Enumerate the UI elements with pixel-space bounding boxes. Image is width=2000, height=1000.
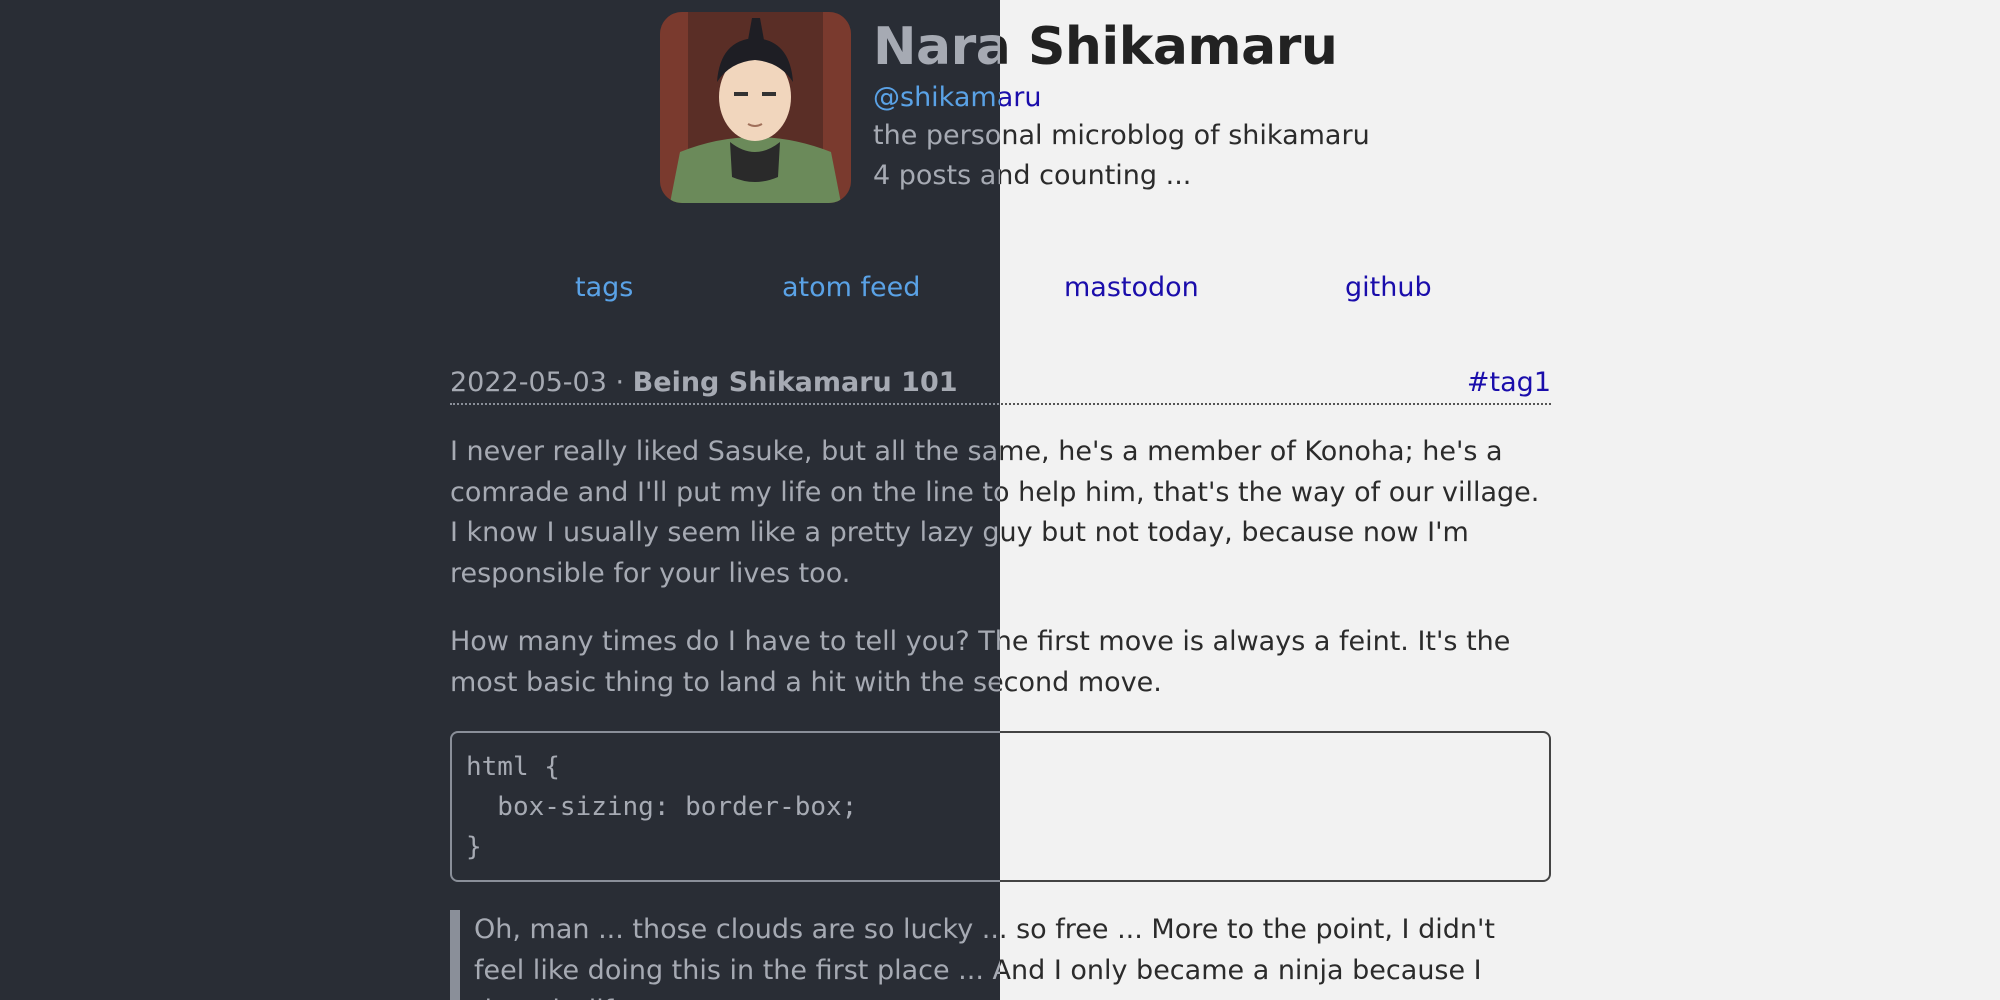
nav-link-atom-feed-dark[interactable]: atom feed — [782, 270, 920, 306]
profile-description-dark: the personal microblog of shikamaru — [873, 120, 1000, 151]
nav-link-tags-dark[interactable]: tags — [575, 270, 633, 306]
avatar-image-dark — [660, 12, 851, 203]
post-paragraph-1-dark: I never really liked Sasuke, but all the… — [450, 436, 1000, 589]
nav-link-github[interactable]: github — [1345, 270, 1432, 306]
post-date-dark: 2022-05-03 — [450, 367, 607, 398]
post-separator-dark: · — [606, 367, 633, 398]
blockquote-dark: Oh, man ... those clouds are so lucky ..… — [450, 910, 1000, 1000]
post-tag-link[interactable]: #tag1 — [1467, 365, 1551, 401]
post-paragraph-2-dark: How many times do I have to tell you? Th… — [450, 626, 1000, 698]
post-count-dark: 4 posts and counting ... — [873, 160, 1000, 191]
avatar-dark — [660, 12, 851, 203]
post-header-divider-dark — [450, 403, 1000, 405]
profile-handle-link-dark[interactable]: @shikamaru — [873, 80, 1000, 116]
profile-header-dark: Nara Shikamaru @shikamaru the personal m… — [660, 12, 1000, 203]
dark-theme-half: Nara Shikamaru @shikamaru the personal m… — [0, 0, 1000, 1000]
code-block-dark: html { box-sizing: border-box; } — [450, 731, 1000, 882]
nav-link-mastodon[interactable]: mastodon — [1064, 270, 1199, 306]
post-header-dark: 2022-05-03 · Being Shikamaru 101 #tag1 — [450, 365, 1000, 405]
post-title-dark: Being Shikamaru 101 — [632, 367, 958, 398]
page-dark: Nara Shikamaru @shikamaru the personal m… — [0, 0, 1000, 1000]
profile-name-dark: Nara Shikamaru — [873, 17, 1000, 77]
profile-text-dark: Nara Shikamaru @shikamaru the personal m… — [873, 12, 1000, 203]
